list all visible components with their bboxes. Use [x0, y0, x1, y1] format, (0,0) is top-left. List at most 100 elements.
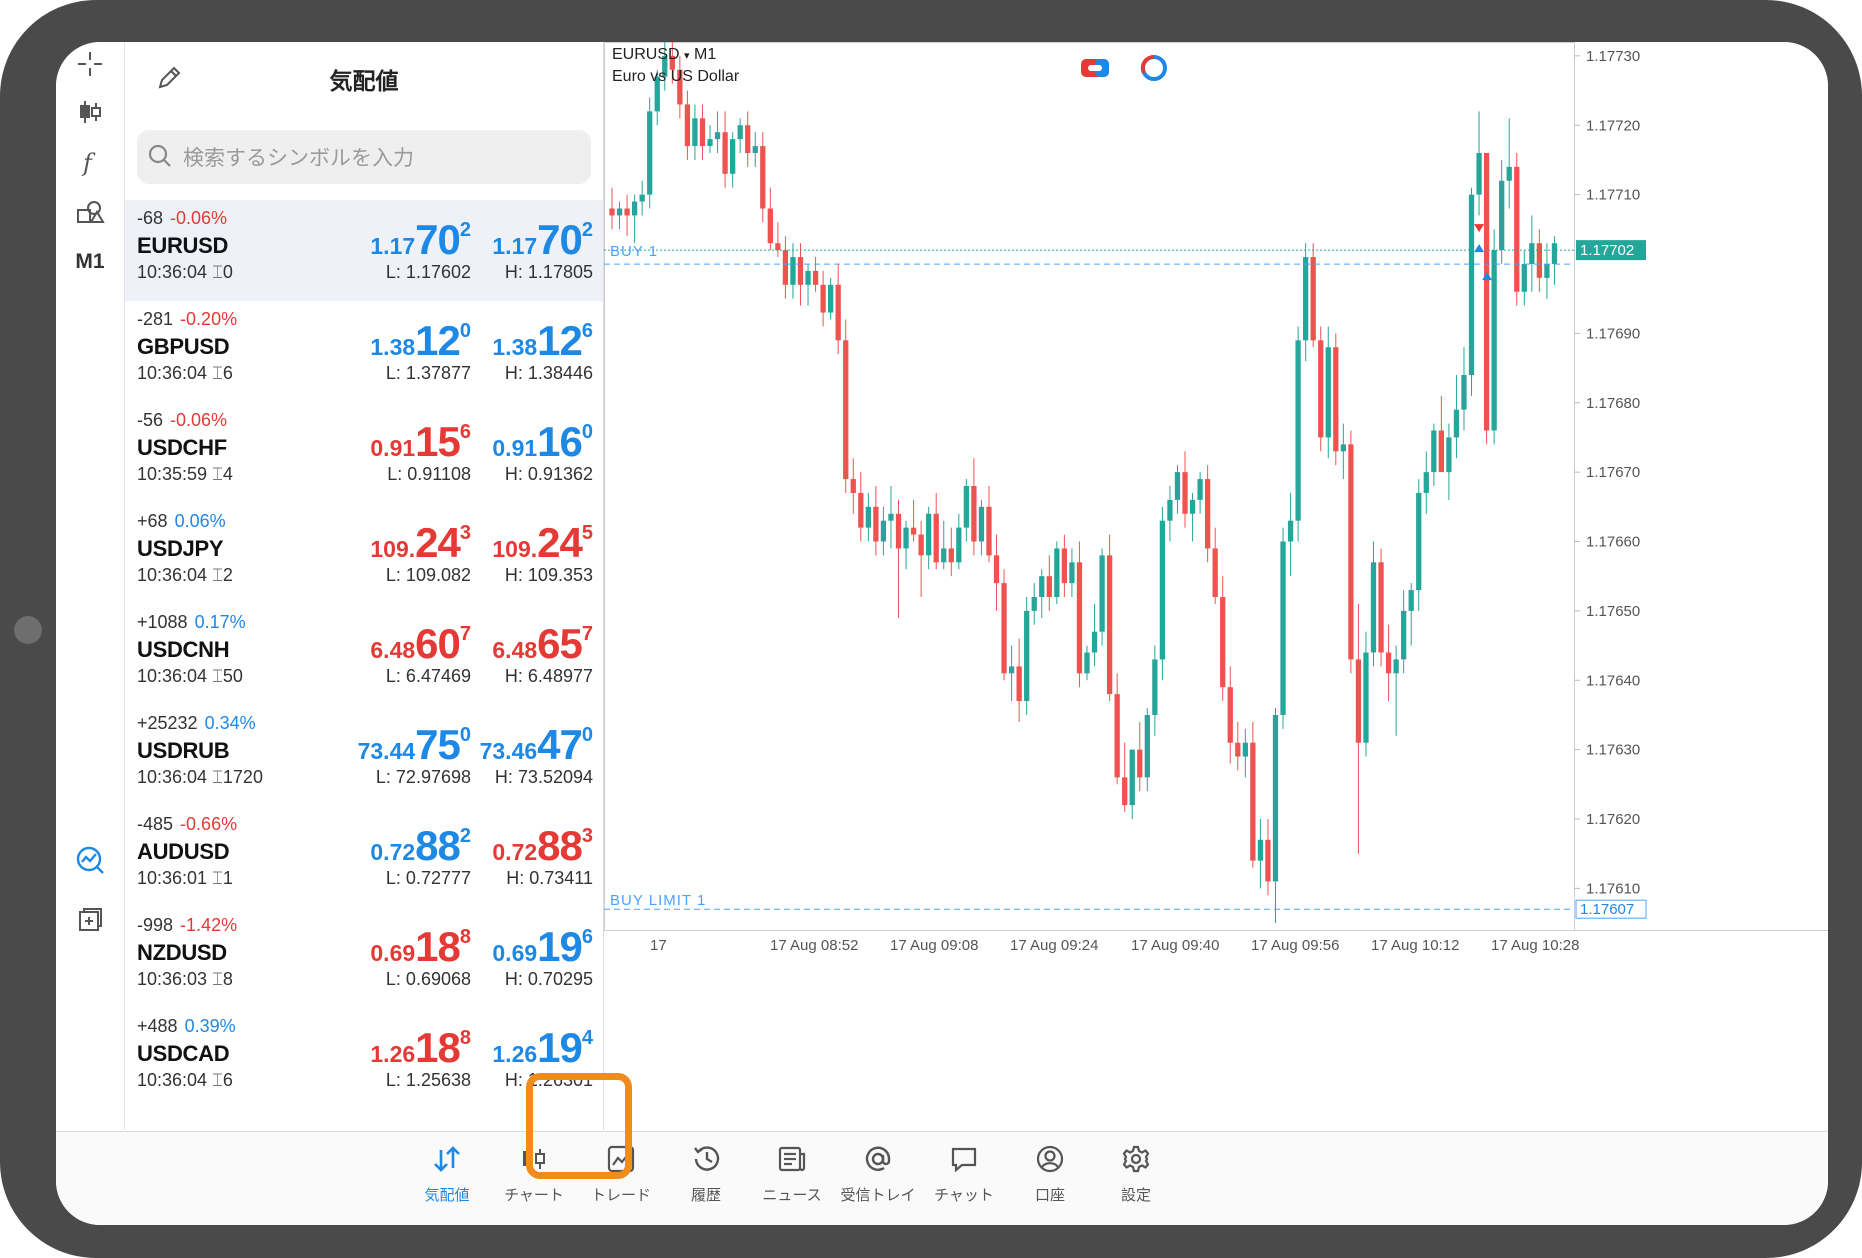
- bid-price[interactable]: 1.38120: [370, 317, 471, 365]
- candle-body: [1295, 340, 1301, 521]
- ask-price[interactable]: 1.26194: [492, 1024, 593, 1072]
- candle-body: [895, 513, 902, 549]
- candle-body: [1287, 520, 1294, 542]
- candle-body: [752, 146, 758, 153]
- change-percent: -0.06%: [170, 410, 228, 430]
- ask-price[interactable]: 0.91160: [492, 418, 593, 466]
- search-input[interactable]: [181, 130, 585, 186]
- quote-row-usdcad[interactable]: +488 0.39% USDCAD 10:36:04 ⌶6 1.26188 1.2619…: [125, 1008, 603, 1109]
- bid-price[interactable]: 0.91156: [370, 418, 471, 466]
- function-icon[interactable]: f: [56, 140, 124, 184]
- candle-body: [714, 132, 721, 140]
- x-tick-label: 17 Aug 09:40: [1131, 937, 1219, 954]
- bid-price[interactable]: 109.243: [370, 519, 471, 567]
- candle-body: [1144, 714, 1150, 778]
- tab-account[interactable]: 口座: [1005, 1140, 1095, 1216]
- bid-price[interactable]: 0.72882: [370, 822, 471, 870]
- tab-trade-chart[interactable]: トレード: [576, 1140, 666, 1216]
- candle-body: [1483, 153, 1490, 431]
- chart-canvas[interactable]: 1.17730 1.17720 1.17710 1.17690 1.17680 1.176…: [604, 42, 1828, 1130]
- bid-price[interactable]: 1.26188: [370, 1024, 471, 1072]
- candle-body: [1265, 839, 1271, 882]
- y-tick-label: 1.17640: [1586, 672, 1640, 689]
- new-window-icon[interactable]: [56, 898, 124, 942]
- candle-body: [948, 548, 954, 563]
- indicators-candles-icon[interactable]: [56, 90, 124, 134]
- quote-row-audusd[interactable]: -485 -0.66% AUDUSD 10:36:01 ⌶1 0.72882 0.728…: [125, 806, 603, 907]
- chart-symbol[interactable]: EURUSD: [612, 46, 680, 63]
- bid-sup: 3: [459, 522, 471, 544]
- quote-row-usdchf[interactable]: -56 -0.06% USDCHF 10:35:59 ⌶4 0.91156 0.9116…: [125, 402, 603, 503]
- bid-price[interactable]: 73.44750: [358, 721, 471, 769]
- high-price: H: 0.70295: [504, 969, 593, 989]
- candle-body: [1122, 777, 1128, 806]
- ask-price[interactable]: 1.38126: [492, 317, 593, 365]
- candle-body: [1438, 430, 1445, 473]
- quote-time: 10:36:04 ⌶0: [137, 262, 233, 283]
- tab-candles[interactable]: チャート: [489, 1140, 579, 1216]
- bid-price[interactable]: 1.17702: [370, 216, 471, 264]
- tab-at[interactable]: 受信トレイ: [833, 1140, 923, 1216]
- spread-icon: ⌶: [212, 565, 223, 585]
- crosshair-icon[interactable]: [56, 42, 124, 86]
- quote-row-usdjpy[interactable]: +68 0.06% USDJPY 10:36:04 ⌶2 109.243 109.245…: [125, 503, 603, 604]
- candle-body: [647, 111, 653, 195]
- high-price: H: 1.38446: [504, 363, 593, 383]
- quote-row-gbpusd[interactable]: -281 -0.20% GBPUSD 10:36:04 ⌶6 1.38120 1.381…: [125, 301, 603, 402]
- quote-row-usdrub[interactable]: +25232 0.34% USDRUB 10:36:04 ⌶1720 73.44750…: [125, 705, 603, 806]
- ask-price[interactable]: 109.245: [492, 519, 593, 567]
- trade-signals-icon[interactable]: [56, 838, 124, 882]
- candle-body: [1152, 659, 1158, 715]
- ask-price[interactable]: 73.46470: [480, 721, 593, 769]
- ask-big: 12: [537, 317, 583, 364]
- bid-price[interactable]: 6.48607: [370, 620, 471, 668]
- quote-row-nzdusd[interactable]: -998 -1.42% NZDUSD 10:36:03 ⌶8 0.69188 0.691…: [125, 907, 603, 1008]
- high-price: H: 1.17805: [504, 262, 593, 282]
- quote-row-eurusd[interactable]: -68 -0.06% EURUSD 10:36:04 ⌶0 1.17702 1.1770…: [125, 200, 603, 301]
- quote-row-usdcnh[interactable]: +1088 0.17% USDCNH 10:36:04 ⌶50 6.48607 6.48…: [125, 604, 603, 705]
- candle-body: [1235, 742, 1241, 757]
- tab-history-clock[interactable]: 履歴: [661, 1140, 751, 1216]
- ask-sup: 4: [581, 1027, 593, 1049]
- price-chart[interactable]: 1.17730 1.17720 1.17710 1.17690 1.17680 1.176…: [604, 42, 1828, 1130]
- timeframe-button[interactable]: M1: [56, 240, 124, 284]
- tab-chat-bubble[interactable]: チャット: [919, 1140, 1009, 1216]
- candle-body: [971, 486, 977, 542]
- chart-symbol-label[interactable]: EURUSD ▾ M1: [612, 46, 716, 64]
- bid-big: 75: [415, 721, 461, 768]
- tab-news[interactable]: ニュース: [747, 1140, 837, 1216]
- high-price: H: 1.26301: [504, 1070, 593, 1090]
- quotes-arrows-icon: [402, 1140, 492, 1178]
- ask-small: 0.91: [492, 435, 538, 461]
- trade-chart-icon: [576, 1140, 666, 1178]
- tab-gear[interactable]: 設定: [1091, 1140, 1181, 1216]
- bid-big: 24: [415, 519, 461, 566]
- symbol-name: USDCHF: [137, 435, 227, 460]
- low-price: L: 1.17602: [385, 262, 471, 282]
- candle-body: [1137, 749, 1143, 778]
- bid-price[interactable]: 0.69188: [370, 923, 471, 971]
- ask-small: 73.46: [479, 738, 538, 764]
- ask-price[interactable]: 0.72883: [492, 822, 593, 870]
- chart-tools-strip: f M1: [56, 42, 125, 1130]
- quote-time: 10:36:04 ⌶50: [137, 666, 243, 687]
- bottom-tab-bar: 気配値 チャート トレード 履歴 ニュース 受信トレイ チャット 口座 設定: [56, 1131, 1828, 1225]
- candle-body: [1514, 166, 1520, 292]
- y-tick-label: 1.17660: [1586, 534, 1640, 551]
- x-tick-label: 17 Aug 09:56: [1251, 937, 1339, 954]
- candle-body: [745, 125, 751, 153]
- symbol-search[interactable]: [137, 130, 591, 186]
- ask-price[interactable]: 0.69196: [492, 923, 593, 971]
- candle-body: [1401, 610, 1407, 660]
- tab-label: チャート: [504, 1186, 564, 1204]
- tab-label: 設定: [1120, 1186, 1151, 1204]
- candle-body: [1551, 243, 1558, 264]
- y-tick-label: 1.17610: [1586, 880, 1640, 897]
- candle-body: [1129, 749, 1135, 806]
- candle-body: [782, 250, 789, 285]
- ask-price[interactable]: 1.17702: [492, 216, 593, 264]
- ask-price[interactable]: 6.48657: [492, 620, 593, 668]
- symbol-dropdown-icon[interactable]: ▾: [684, 50, 690, 62]
- objects-shapes-icon[interactable]: [56, 190, 124, 234]
- tab-quotes-arrows[interactable]: 気配値: [402, 1140, 492, 1216]
